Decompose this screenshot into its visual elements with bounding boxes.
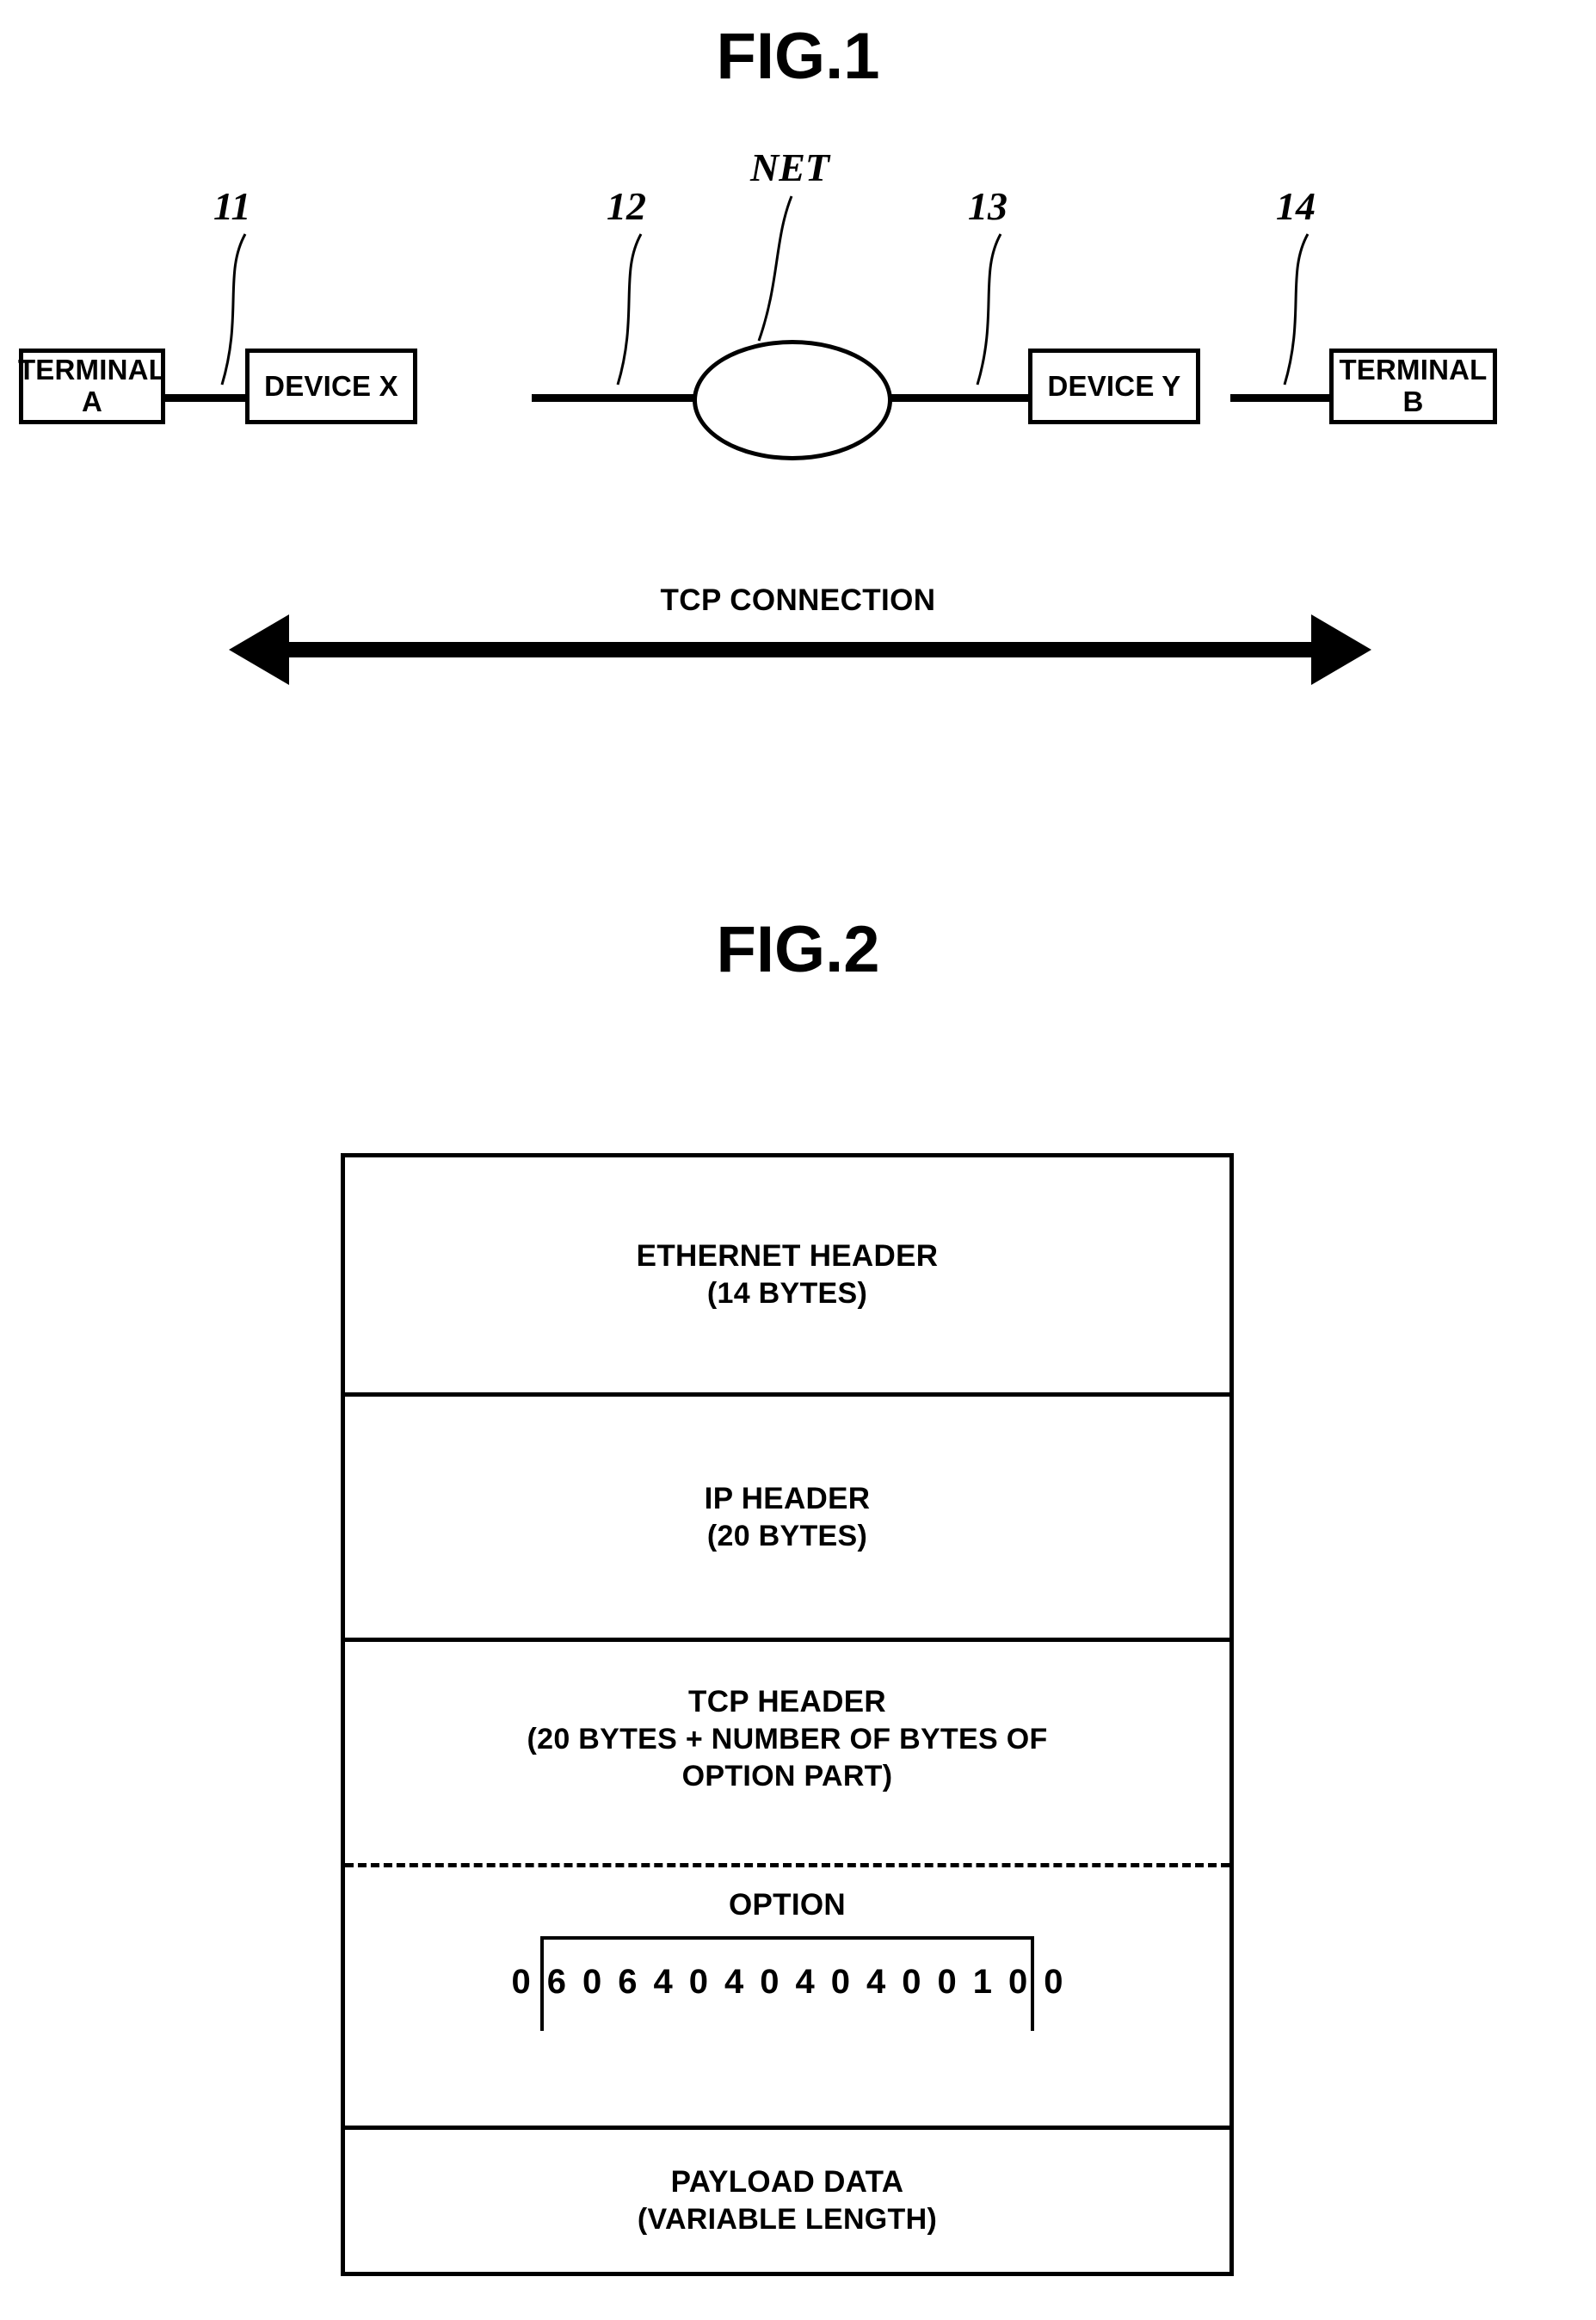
option-byte: 0 bbox=[830, 1962, 850, 2001]
ip-header-size: (20 BYTES) bbox=[706, 1519, 868, 1552]
payload-data-size: (VARIABLE LENGTH) bbox=[637, 2203, 938, 2237]
option-byte: 0 bbox=[760, 1962, 780, 2001]
option-byte: 0 bbox=[688, 1962, 708, 2001]
option-byte: 6 bbox=[618, 1962, 638, 2001]
ip-header-name: IP HEADER bbox=[704, 1481, 871, 1515]
packet-layer-tcp-header: TCP HEADER (20 BYTES + NUMBER OF BYTES O… bbox=[345, 1642, 1229, 1867]
packet-layer-ethernet-header: ETHERNET HEADER (14 BYTES) bbox=[345, 1157, 1229, 1397]
option-byte: 6 bbox=[546, 1962, 566, 2001]
option-byte: 4 bbox=[795, 1962, 815, 2001]
option-byte: 1 bbox=[972, 1962, 992, 2001]
figure-2-title: FIG.2 bbox=[716, 913, 880, 986]
option-byte: 4 bbox=[866, 1962, 886, 2001]
option-byte: 0 bbox=[1044, 1962, 1063, 2001]
tcp-header-size-cont: OPTION PART) bbox=[681, 1759, 893, 1792]
packet-layer-ip-header: IP HEADER (20 BYTES) bbox=[345, 1397, 1229, 1642]
option-byte: 0 bbox=[511, 1962, 531, 2001]
ethernet-header-size: (14 BYTES) bbox=[706, 1277, 868, 1311]
option-byte: 0 bbox=[1008, 1962, 1028, 2001]
option-byte: 4 bbox=[653, 1962, 673, 2001]
option-bytes-sequence: 0 6 0 6 4 0 4 0 4 0 4 0 0 1 0 0 bbox=[512, 1963, 1063, 2002]
figure-2: FIG.2 ETHERNET HEADER (14 BYTES) IP HEAD… bbox=[0, 0, 1596, 2320]
option-byte: 0 bbox=[582, 1962, 602, 2001]
option-bytes-bracket: 0 6 0 6 4 0 4 0 4 0 4 0 0 1 0 0 bbox=[512, 1936, 1063, 2031]
ethernet-header-name: ETHERNET HEADER bbox=[636, 1239, 939, 1274]
payload-data-name: PAYLOAD DATA bbox=[670, 2165, 904, 2200]
packet-structure-diagram: ETHERNET HEADER (14 BYTES) IP HEADER (20… bbox=[341, 1153, 1234, 2276]
option-label: OPTION bbox=[729, 1888, 846, 1922]
tcp-header-name: TCP HEADER bbox=[688, 1685, 886, 1718]
option-byte: 0 bbox=[937, 1962, 957, 2001]
option-byte: 0 bbox=[902, 1962, 921, 2001]
tcp-header-size: (20 BYTES + NUMBER OF BYTES OF bbox=[527, 1723, 1048, 1756]
option-byte: 4 bbox=[724, 1962, 744, 2001]
packet-layer-option: OPTION 0 6 0 6 4 0 4 0 4 0 4 0 0 1 0 0 bbox=[345, 1867, 1229, 2130]
packet-layer-payload-data: PAYLOAD DATA (VARIABLE LENGTH) bbox=[345, 2130, 1229, 2272]
